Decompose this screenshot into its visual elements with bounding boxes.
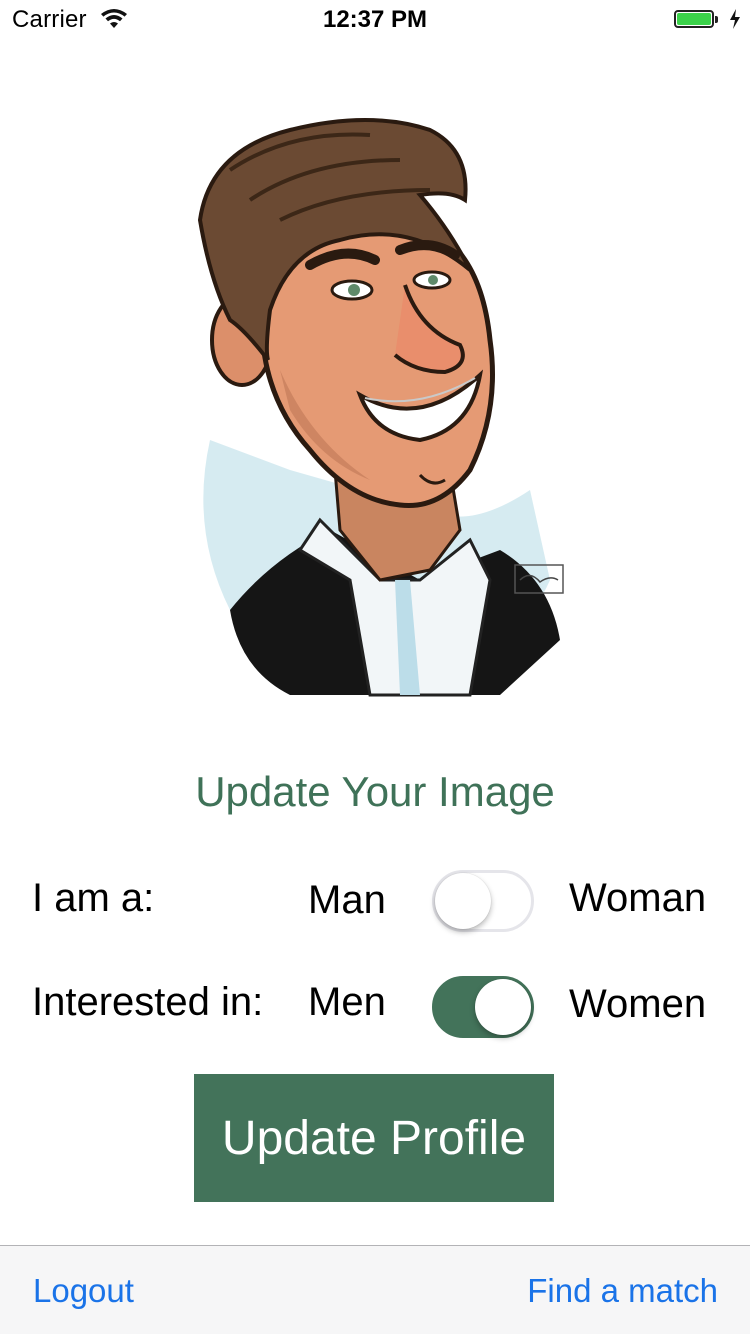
interest-toggle[interactable] bbox=[432, 976, 534, 1038]
interest-option-men: Men bbox=[308, 980, 386, 1024]
update-image-button[interactable]: Update Your Image bbox=[0, 768, 750, 816]
gender-option-woman: Woman bbox=[569, 876, 707, 920]
charging-bolt-icon bbox=[730, 9, 740, 29]
bottom-toolbar: Logout Find a match bbox=[0, 1245, 750, 1334]
status-bar: Carrier 12:37 PM bbox=[0, 0, 750, 40]
clock: 12:37 PM bbox=[322, 6, 428, 33]
find-a-match-button[interactable]: Find a match bbox=[527, 1272, 718, 1310]
toggle-knob bbox=[475, 979, 531, 1035]
update-profile-button[interactable]: Update Profile bbox=[194, 1074, 554, 1202]
logout-button[interactable]: Logout bbox=[33, 1272, 134, 1310]
gender-label: I am a: bbox=[32, 876, 155, 920]
interest-label: Interested in: bbox=[32, 980, 264, 1024]
gender-option-man: Man bbox=[308, 878, 386, 922]
interest-option-women: Women bbox=[569, 982, 707, 1026]
gender-toggle[interactable] bbox=[432, 870, 534, 932]
toggle-knob bbox=[435, 873, 491, 929]
profile-avatar-image[interactable] bbox=[170, 110, 580, 710]
battery-icon bbox=[674, 10, 718, 30]
